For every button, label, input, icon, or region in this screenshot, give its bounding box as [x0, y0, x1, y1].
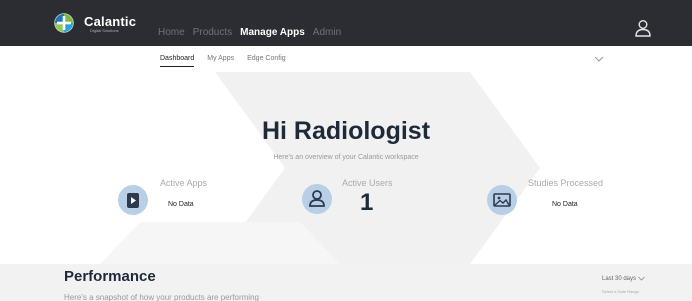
- nav-home[interactable]: Home: [158, 27, 185, 38]
- chevron-down-icon[interactable]: [594, 55, 604, 63]
- tab-my-apps[interactable]: My Apps: [207, 55, 234, 67]
- active-apps-value: No Data: [168, 201, 194, 208]
- date-range-dropdown[interactable]: Last 30 days: [602, 276, 645, 282]
- brand-logo-icon[interactable]: [54, 13, 74, 33]
- main-nav: Home Products Manage Apps Admin: [158, 27, 349, 38]
- active-users-stat-icon: [302, 184, 332, 214]
- play-app-icon: [127, 193, 139, 208]
- active-users-label: Active Users: [342, 178, 393, 188]
- nav-products[interactable]: Products: [193, 27, 232, 38]
- chevron-background-shape: [100, 72, 540, 264]
- top-navigation-bar: Calantic Digital Solutions Home Products…: [0, 0, 692, 46]
- sub-navigation: Dashboard My Apps Edge Config: [0, 46, 692, 72]
- performance-title: Performance: [64, 268, 156, 285]
- studies-processed-value: No Data: [552, 201, 578, 208]
- dashboard-hero: Hi Radiologist Here's an overview of you…: [0, 72, 692, 264]
- user-account-icon[interactable]: [634, 19, 652, 37]
- performance-section: Performance Here's a snapshot of how you…: [0, 264, 692, 301]
- brand-name: Calantic: [84, 14, 137, 29]
- nav-manage-apps[interactable]: Manage Apps: [240, 27, 305, 38]
- performance-subtitle: Here's a snapshot of how your products a…: [64, 293, 259, 301]
- active-apps-label: Active Apps: [160, 178, 208, 188]
- studies-processed-stat-icon: [487, 185, 517, 215]
- brand-tagline: Digital Solutions: [90, 28, 119, 33]
- studies-processed-label: Studies Processed: [528, 178, 604, 188]
- nav-admin[interactable]: Admin: [313, 27, 341, 38]
- active-apps-stat-icon: [118, 185, 148, 215]
- tab-dashboard[interactable]: Dashboard: [160, 55, 195, 67]
- page-title: Hi Radiologist: [261, 117, 431, 145]
- user-icon: [309, 190, 325, 207]
- date-range-label: Last 30 days: [602, 276, 637, 283]
- subnav-tabs: Dashboard My Apps Edge Config: [160, 55, 299, 67]
- active-users-value: 1: [360, 189, 374, 216]
- chevron-down-icon: [637, 276, 645, 281]
- page-subtitle: Here's an overview of your Calantic work…: [273, 154, 419, 161]
- date-range-hint: Select a Date Range: [602, 289, 639, 294]
- tab-edge-config[interactable]: Edge Config: [247, 55, 286, 67]
- image-icon: [493, 193, 511, 207]
